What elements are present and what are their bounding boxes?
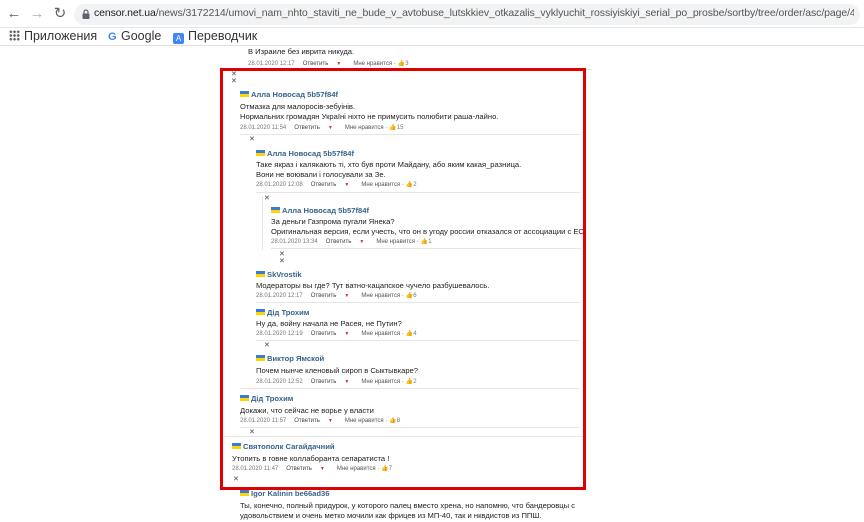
reply-link[interactable]: Ответить xyxy=(303,61,329,67)
ukraine-flag-icon xyxy=(240,490,249,496)
like-button[interactable]: Мне нравится · xyxy=(353,61,395,67)
bookmark-google-label: Google xyxy=(121,29,162,43)
google-icon: G xyxy=(108,31,117,43)
forward-arrow-icon[interactable]: → xyxy=(29,6,45,22)
bookmark-translate[interactable]: A Переводчик xyxy=(173,29,257,44)
back-arrow-icon[interactable]: ← xyxy=(6,6,22,22)
lock-icon xyxy=(82,9,90,19)
bookmark-apps[interactable]: Приложения xyxy=(9,29,97,43)
translate-icon: A xyxy=(173,33,184,44)
dropdown-triangle-icon[interactable]: ▼ xyxy=(336,61,341,67)
comments-page: В Израиле без иврита никуда. 28.01.2020 … xyxy=(0,46,864,522)
address-bar[interactable]: censor.net.ua/news/3172214/umovi_nam_nht… xyxy=(74,4,860,25)
comment-date: 28.01.2020 12:17 xyxy=(248,61,295,67)
browser-toolbar: ← → ↻ censor.net.ua/news/3172214/umovi_n… xyxy=(0,0,864,28)
bookmark-google[interactable]: G Google xyxy=(108,29,161,43)
author-name[interactable]: Igor Kalinin be66ad36 xyxy=(251,489,330,498)
comment-text: В Израиле без иврита никуда. xyxy=(248,47,355,56)
bookmark-translate-label: Переводчик xyxy=(188,29,258,43)
url-path: /news/3172214/umovi_nam_nhto_staviti_ne_… xyxy=(155,7,854,19)
comment-meta: 28.01.2020 12:17 Ответить ▼ Мне нравится · 👍… xyxy=(248,60,409,68)
reload-icon[interactable]: ↻ xyxy=(52,6,68,22)
bookmarks-bar: Приложения G Google A Переводчик xyxy=(0,28,864,46)
comment-text: удовольствием и очень метко мочили как ф… xyxy=(240,511,542,520)
like-count: 3 xyxy=(405,61,409,67)
url-text: censor.net.ua/news/3172214/umovi_nam_nht… xyxy=(94,7,854,19)
apps-grid-icon xyxy=(9,30,20,41)
highlight-box xyxy=(220,68,586,490)
comment-author[interactable]: Igor Kalinin be66ad36 xyxy=(240,489,330,499)
comment-text: Ты, конечно, полный придурок, у которого… xyxy=(240,501,576,510)
url-host: censor.net.ua xyxy=(94,7,156,19)
bookmark-apps-label: Приложения xyxy=(24,29,98,43)
